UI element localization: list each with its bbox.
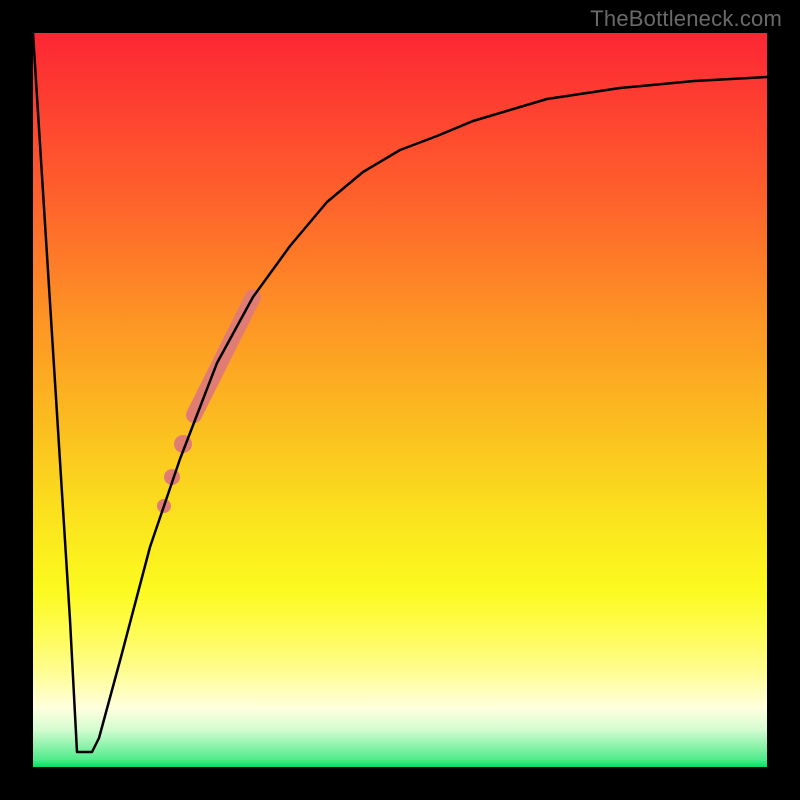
chart-stage: TheBottleneck.com: [0, 0, 800, 800]
bottleneck-curve: [33, 33, 767, 752]
curve-layer: [33, 33, 767, 767]
watermark-text: TheBottleneck.com: [590, 6, 782, 32]
